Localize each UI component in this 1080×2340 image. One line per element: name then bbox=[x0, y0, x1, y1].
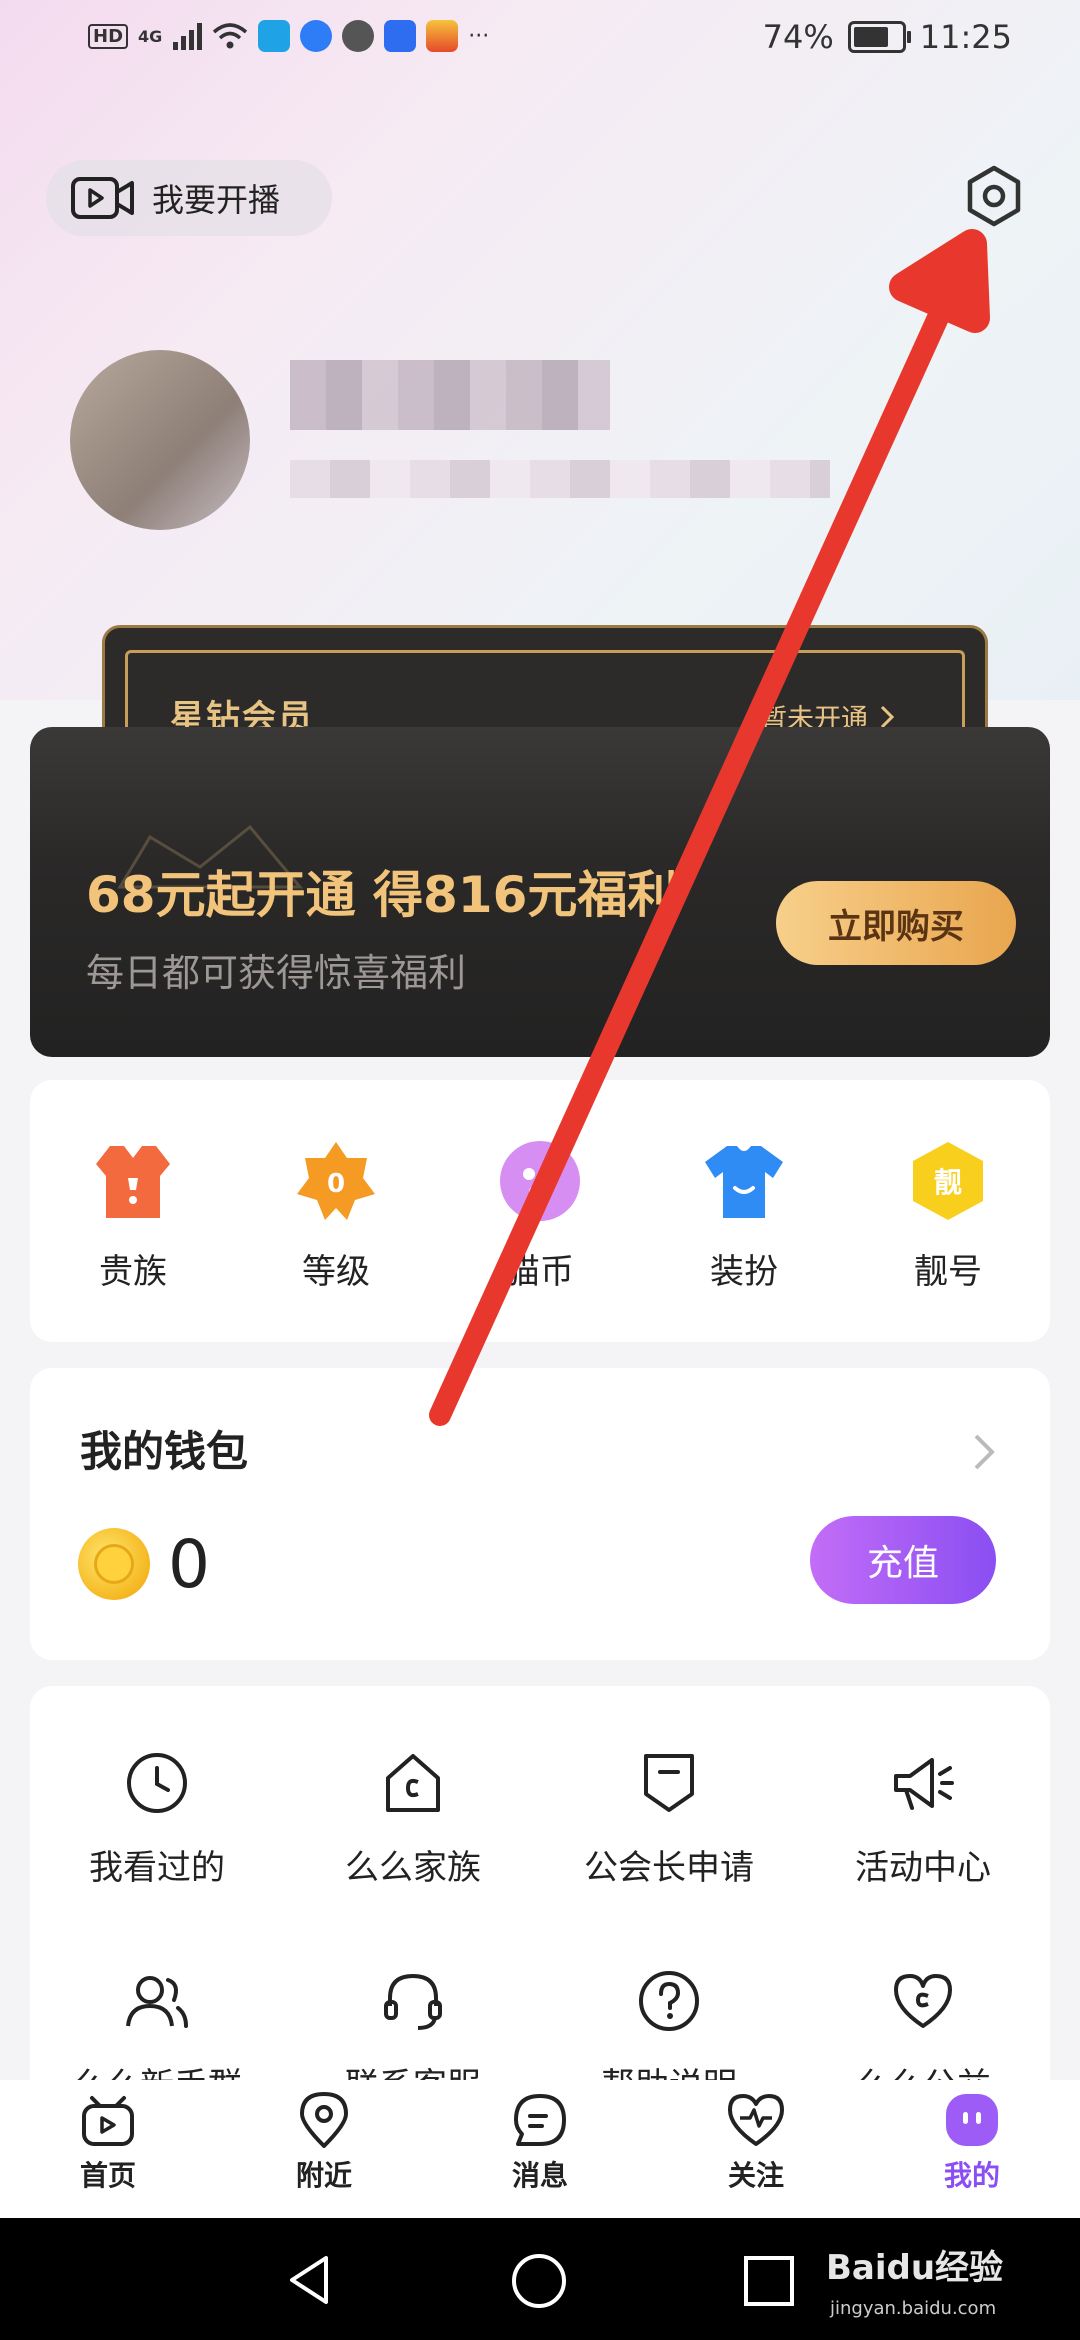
recharge-button[interactable]: 充值 bbox=[810, 1516, 996, 1604]
back-triangle-icon[interactable] bbox=[282, 2252, 338, 2308]
wifi-icon bbox=[213, 23, 248, 49]
baidu-watermark-url: jingyan.baidu.com bbox=[830, 2298, 997, 2319]
history-clock-icon bbox=[127, 1753, 187, 1813]
pretty-number-icon: 靓 bbox=[913, 1142, 983, 1220]
start-live-button[interactable]: 我要开播 bbox=[46, 160, 332, 236]
pretty-number-glyph: 靓 bbox=[934, 1166, 962, 1199]
level-star-icon: 0 bbox=[297, 1142, 375, 1220]
quick-label-nobility: 贵族 bbox=[99, 1252, 167, 1292]
username-blurred bbox=[290, 360, 610, 430]
coin-icon bbox=[78, 1528, 150, 1600]
status-bar: HD 4G ··· 74% 11:25 bbox=[0, 0, 1080, 84]
quick-item-nobility[interactable]: 贵族 bbox=[63, 1138, 203, 1293]
settings-gear-icon[interactable] bbox=[962, 164, 1026, 228]
chevron-right-icon[interactable] bbox=[972, 1432, 996, 1472]
quick-item-dressup[interactable]: 装扮 bbox=[674, 1138, 814, 1293]
family-home-icon bbox=[386, 1754, 440, 1812]
avatar[interactable] bbox=[70, 350, 250, 530]
chevron-right-icon bbox=[880, 705, 894, 728]
vip-promo-text: 68元起开通 得816元福利 bbox=[86, 866, 678, 924]
nav-label-me: 我的 bbox=[943, 2159, 1000, 2192]
quick-label-coins: 猫币 bbox=[506, 1252, 574, 1292]
quick-item-coins[interactable]: 猫币 bbox=[470, 1138, 610, 1293]
headset-icon bbox=[384, 1973, 442, 2030]
grid-item-guild-apply[interactable]: 公会长申请 bbox=[554, 1748, 784, 1889]
user-id-blurred bbox=[290, 460, 830, 498]
vip-subtitle: 每日都可获得惊喜福利 bbox=[86, 951, 467, 995]
recents-square-icon[interactable] bbox=[742, 2254, 796, 2308]
clock: 11:25 bbox=[919, 18, 1012, 56]
megaphone-icon bbox=[894, 1758, 954, 1810]
profile-face-icon bbox=[946, 2094, 998, 2146]
nav-following[interactable]: 关注 bbox=[696, 2090, 816, 2194]
guild-badge-icon bbox=[644, 1754, 694, 1812]
grid-label-history: 我看过的 bbox=[89, 1848, 225, 1888]
nobility-robe-icon bbox=[96, 1146, 170, 1218]
help-question-icon bbox=[639, 1971, 699, 2031]
nav-label-messages: 消息 bbox=[511, 2159, 568, 2192]
charity-heart-icon bbox=[894, 1974, 952, 2028]
chat-app-icon bbox=[342, 20, 375, 52]
quick-label-pretty-number: 靓号 bbox=[914, 1252, 982, 1292]
nav-nearby[interactable]: 附近 bbox=[264, 2090, 384, 2194]
nav-label-home: 首页 bbox=[79, 2159, 136, 2192]
status-left: HD 4G ··· bbox=[88, 20, 489, 52]
music-app-icon bbox=[300, 20, 333, 52]
buy-now-button[interactable]: 立即购买 bbox=[776, 881, 1016, 965]
message-bubble-icon bbox=[514, 2094, 566, 2146]
nav-label-nearby: 附近 bbox=[295, 2159, 352, 2192]
battery-percent: 74% bbox=[762, 18, 834, 56]
status-right: 74% 11:25 bbox=[763, 18, 1012, 56]
quick-item-level[interactable]: 0 等级 bbox=[266, 1138, 406, 1293]
news-app-icon bbox=[426, 20, 459, 52]
nav-me[interactable]: 我的 bbox=[912, 2090, 1032, 2194]
grid-label-family: 么么家族 bbox=[345, 1848, 481, 1888]
grid-label-activities: 活动中心 bbox=[855, 1848, 991, 1888]
nav-home[interactable]: 首页 bbox=[48, 2090, 168, 2194]
quick-item-pretty-number[interactable]: 靓 靓号 bbox=[878, 1138, 1018, 1293]
wallet-card[interactable] bbox=[30, 1368, 1050, 1660]
grid-item-activities[interactable]: 活动中心 bbox=[808, 1748, 1038, 1889]
signal-icon bbox=[173, 23, 203, 50]
battery-icon bbox=[847, 21, 911, 53]
level-value: 0 bbox=[327, 1169, 345, 1199]
heart-pulse-icon bbox=[728, 2094, 784, 2146]
search-app-icon bbox=[258, 20, 291, 52]
tips-app-icon bbox=[384, 20, 417, 52]
grid-label-guild-apply: 公会长申请 bbox=[584, 1848, 754, 1888]
hd-badge: HD bbox=[88, 23, 129, 49]
location-pin-icon bbox=[300, 2092, 348, 2148]
baidu-watermark: Baidu经验 bbox=[826, 2248, 1004, 2288]
nav-messages[interactable]: 消息 bbox=[480, 2090, 600, 2194]
tshirt-icon bbox=[705, 1146, 783, 1218]
grid-item-history[interactable]: 我看过的 bbox=[42, 1748, 272, 1889]
home-tv-icon bbox=[82, 2096, 134, 2146]
wallet-title: 我的钱包 bbox=[80, 1427, 249, 1476]
grid-item-family[interactable]: 么么家族 bbox=[298, 1748, 528, 1889]
home-circle-icon[interactable] bbox=[510, 2252, 568, 2310]
video-camera-icon bbox=[71, 177, 134, 219]
cat-coin-icon bbox=[500, 1141, 580, 1221]
network-type: 4G bbox=[138, 26, 163, 46]
group-users-icon bbox=[126, 1976, 188, 2028]
start-live-label: 我要开播 bbox=[152, 181, 281, 219]
nav-label-following: 关注 bbox=[727, 2159, 784, 2192]
more-notifications: ··· bbox=[468, 23, 490, 49]
wallet-balance: 0 bbox=[168, 1526, 210, 1603]
quick-label-dressup: 装扮 bbox=[710, 1252, 778, 1292]
quick-label-level: 等级 bbox=[302, 1252, 370, 1292]
